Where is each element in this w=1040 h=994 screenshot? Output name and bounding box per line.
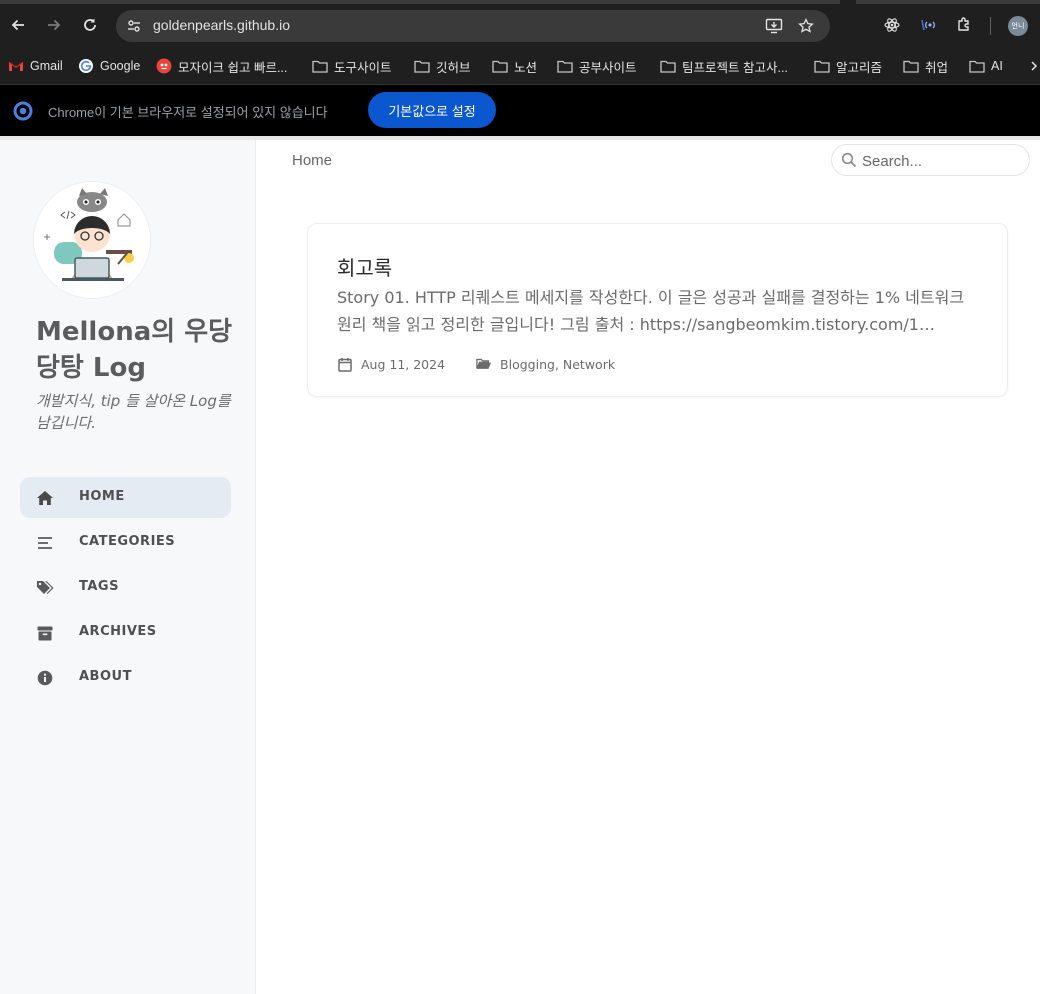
sidebar: Mellona의 우당당탕 Log 개발지식, tip 들 살아온 Log를 남… bbox=[0, 140, 256, 994]
bookmark-mosaic[interactable]: 모자이크 쉽고 빠르... bbox=[156, 54, 287, 78]
extension-broadcast-icon[interactable] bbox=[918, 15, 938, 35]
search-box[interactable] bbox=[831, 144, 1030, 176]
mosaic-site-icon bbox=[156, 58, 172, 74]
toolbar-separator bbox=[990, 17, 991, 35]
browser-toolbar: goldenpearls.github.io 언니 bbox=[0, 0, 1040, 50]
bookmark-folder-algorithm[interactable]: 알고리즘 bbox=[814, 54, 882, 78]
search-input[interactable] bbox=[862, 150, 1022, 172]
site-title[interactable]: Mellona의 우당당탕 Log bbox=[36, 314, 241, 386]
bookmark-folder-team-project[interactable]: 팀프로젝트 참고사... bbox=[660, 54, 788, 78]
folder-icon bbox=[557, 58, 573, 74]
folder-icon bbox=[660, 58, 676, 74]
sidebar-item-about[interactable]: ABOUT bbox=[20, 657, 231, 698]
tags-icon bbox=[36, 579, 54, 597]
site-settings-icon[interactable] bbox=[124, 16, 144, 36]
bookmark-folder-ai[interactable]: AI bbox=[969, 54, 1003, 78]
post-excerpt: Story 01. HTTP 리퀘스트 메세지를 작성한다. 이 글은 성공과 … bbox=[337, 288, 965, 334]
bookmarks-bar: Gmail Google 모자이크 쉽고 빠르... 도구사이트 깃허브 노션 … bbox=[0, 50, 1040, 84]
bookmark-google[interactable]: Google bbox=[78, 54, 140, 78]
install-app-icon[interactable] bbox=[764, 16, 784, 36]
folder-icon bbox=[492, 58, 508, 74]
address-bar[interactable]: goldenpearls.github.io bbox=[116, 10, 830, 42]
home-icon bbox=[36, 489, 54, 507]
site-subtitle: 개발지식, tip 들 살아온 Log를 남깁니다. bbox=[36, 392, 231, 432]
bookmark-gmail[interactable]: Gmail bbox=[8, 54, 63, 78]
search-icon bbox=[841, 152, 857, 168]
infobar-message: Chrome이 기본 브라우저로 설정되어 있지 않습니다 bbox=[48, 105, 328, 120]
more-bookmarks-chevron-icon[interactable] bbox=[1030, 54, 1038, 78]
google-icon bbox=[78, 58, 94, 74]
react-devtools-icon[interactable] bbox=[882, 15, 902, 35]
post-categories[interactable]: Blogging, Network bbox=[500, 357, 615, 372]
tab-strip-edge bbox=[856, 0, 1040, 4]
sidebar-item-label: HOME bbox=[79, 489, 125, 504]
folder-open-icon bbox=[476, 356, 492, 372]
sidebar-item-tags[interactable]: TAGS bbox=[20, 567, 231, 608]
sidebar-item-archives[interactable]: ARCHIVES bbox=[20, 612, 231, 653]
folder-icon bbox=[814, 58, 830, 74]
gmail-icon bbox=[8, 58, 24, 74]
sidebar-item-label: ABOUT bbox=[79, 669, 132, 684]
stream-icon bbox=[36, 534, 54, 552]
default-browser-infobar: Chrome이 기본 브라우저로 설정되어 있지 않습니다 기본값으로 설정 bbox=[0, 84, 1040, 136]
sidebar-item-categories[interactable]: CATEGORIES bbox=[20, 522, 231, 563]
sidebar-item-label: TAGS bbox=[79, 579, 119, 594]
calendar-icon bbox=[337, 356, 353, 372]
archive-icon bbox=[36, 624, 54, 642]
bookmark-folder-study[interactable]: 공부사이트 bbox=[557, 54, 637, 78]
sidebar-item-home[interactable]: HOME bbox=[20, 477, 231, 518]
sidebar-item-label: ARCHIVES bbox=[79, 624, 157, 639]
post-card[interactable]: 회고록 Story 01. HTTP 리퀘스트 메세지를 작성한다. 이 글은 … bbox=[307, 223, 1008, 397]
bookmark-folder-jobs[interactable]: 취업 bbox=[903, 54, 948, 78]
tab-strip-edge bbox=[0, 0, 840, 4]
info-icon bbox=[36, 669, 54, 687]
chrome-logo-icon bbox=[13, 101, 33, 121]
sidebar-item-label: CATEGORIES bbox=[79, 534, 176, 549]
profile-avatar[interactable]: 언니 bbox=[1008, 16, 1028, 36]
folder-icon bbox=[903, 58, 919, 74]
bookmark-folder-notion[interactable]: 노션 bbox=[492, 54, 537, 78]
post-title[interactable]: 회고록 bbox=[337, 252, 392, 281]
breadcrumb: Home bbox=[292, 152, 333, 169]
folder-icon bbox=[414, 58, 430, 74]
bookmark-folder-github[interactable]: 깃허브 bbox=[414, 54, 471, 78]
bookmark-folder-tools[interactable]: 도구사이트 bbox=[312, 54, 392, 78]
back-arrow-icon[interactable] bbox=[6, 13, 30, 37]
forward-arrow-icon[interactable] bbox=[42, 13, 66, 37]
folder-icon bbox=[969, 58, 985, 74]
reload-icon[interactable] bbox=[78, 13, 102, 37]
bookmark-star-icon[interactable] bbox=[796, 16, 816, 36]
sidebar-nav: HOME CATEGORIES TAGS ARCHIVES ABOUT bbox=[20, 477, 231, 702]
set-default-button[interactable]: 기본값으로 설정 bbox=[368, 92, 496, 128]
post-date: Aug 11, 2024 bbox=[361, 356, 446, 372]
avatar[interactable] bbox=[34, 182, 150, 298]
url-text[interactable]: goldenpearls.github.io bbox=[153, 17, 290, 33]
post-meta: Aug 11, 2024 Blogging, Network bbox=[337, 355, 615, 373]
extensions-puzzle-icon[interactable] bbox=[954, 15, 974, 35]
folder-icon bbox=[312, 58, 328, 74]
